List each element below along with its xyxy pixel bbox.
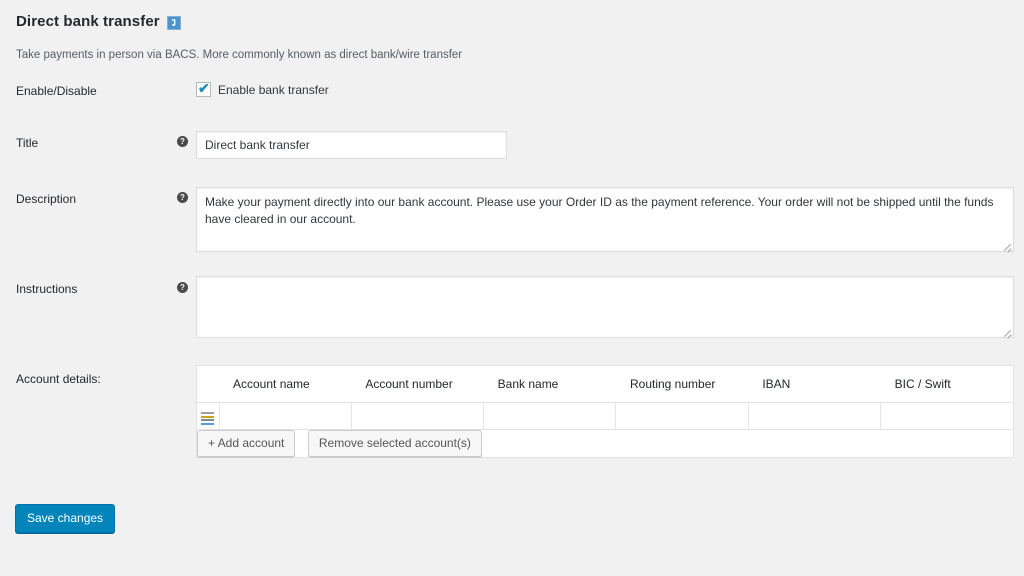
column-header-bic-swift: BIC / Swift (881, 366, 1013, 403)
column-header-account-name: Account name (219, 366, 351, 403)
iban-input[interactable] (749, 404, 880, 429)
save-changes-button[interactable]: Save changes (15, 504, 115, 533)
help-icon-title[interactable]: ? (177, 136, 188, 147)
account-name-input[interactable] (220, 404, 351, 429)
routing-number-input[interactable] (616, 404, 747, 429)
cell-bank-name[interactable] (484, 403, 616, 430)
description-label: Description (16, 192, 76, 206)
table-footer-row: + Add account Remove selected account(s) (197, 430, 1013, 458)
column-header-iban: IBAN (748, 366, 880, 403)
enable-bank-transfer-field[interactable]: ✔ Enable bank transfer (196, 82, 329, 97)
enable-bank-transfer-checkbox-label: Enable bank transfer (218, 83, 329, 97)
table-header-row: Account name Account number Bank name Ro… (197, 366, 1013, 403)
bank-name-input[interactable] (484, 404, 615, 429)
bacs-settings-page: Direct bank transfer Take payments in pe… (0, 0, 1024, 576)
table-actions: + Add account Remove selected account(s) (197, 430, 1013, 458)
cell-account-number[interactable] (351, 403, 483, 430)
instructions-textarea[interactable] (196, 276, 1014, 338)
sort-column-header (197, 366, 219, 403)
cell-bic-swift[interactable] (881, 403, 1013, 430)
cell-routing-number[interactable] (616, 403, 748, 430)
account-number-input[interactable] (352, 404, 483, 429)
checkmark-icon: ✔ (198, 80, 210, 96)
title-label: Title (16, 136, 38, 150)
page-title: Direct bank transfer (16, 12, 181, 32)
column-header-account-number: Account number (351, 366, 483, 403)
account-details-label: Account details: (16, 372, 101, 386)
help-icon-description[interactable]: ? (177, 192, 188, 203)
enable-disable-label: Enable/Disable (16, 84, 97, 98)
remove-selected-accounts-button[interactable]: Remove selected account(s) (308, 430, 482, 457)
title-input[interactable] (196, 131, 507, 159)
drag-handle-icon[interactable] (201, 412, 214, 421)
add-account-button[interactable]: + Add account (197, 430, 295, 457)
page-title-text: Direct bank transfer (16, 12, 160, 32)
cell-iban[interactable] (748, 403, 880, 430)
page-subtitle: Take payments in person via BACS. More c… (16, 49, 462, 61)
help-icon-instructions[interactable]: ? (177, 282, 188, 293)
bic-swift-input[interactable] (881, 404, 1013, 429)
account-details-table: Account name Account number Bank name Ro… (196, 365, 1014, 458)
drag-handle-cell[interactable] (197, 403, 219, 430)
cell-account-name[interactable] (219, 403, 351, 430)
table-row[interactable] (197, 403, 1013, 430)
bacs-gateway-icon (167, 16, 181, 30)
column-header-routing-number: Routing number (616, 366, 748, 403)
column-header-bank-name: Bank name (484, 366, 616, 403)
description-textarea[interactable] (196, 187, 1014, 252)
enable-bank-transfer-checkbox[interactable]: ✔ (196, 82, 211, 97)
instructions-label: Instructions (16, 282, 77, 296)
